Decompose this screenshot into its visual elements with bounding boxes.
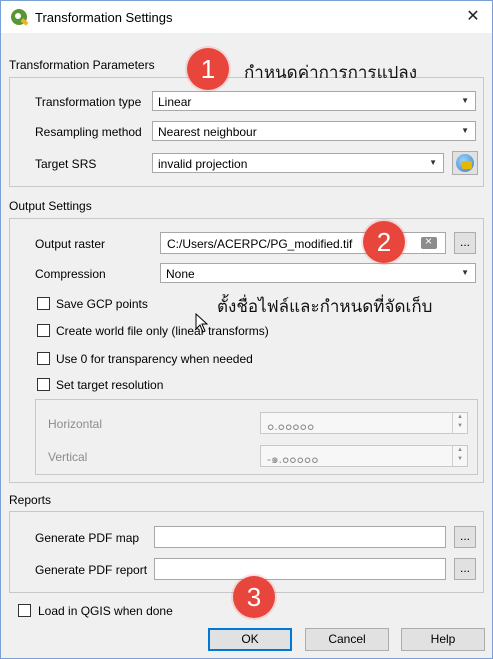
help-button[interactable]: Help (401, 628, 485, 651)
use-zero-transparency-checkbox[interactable] (37, 352, 50, 365)
load-in-qgis-label: Load in QGIS when done (38, 604, 173, 618)
set-target-resolution-label: Set target resolution (56, 378, 164, 392)
select-crs-button[interactable] (452, 151, 478, 175)
horizontal-spinbox[interactable]: ๐.๐๐๐๐๐ ▲ ▼ (260, 412, 468, 434)
transformation-parameters-title: Transformation Parameters (9, 58, 155, 72)
resampling-method-select[interactable]: Nearest neighbour ▼ (152, 121, 476, 141)
clear-icon[interactable] (421, 234, 437, 249)
vertical-value: -๑.๐๐๐๐๐ (267, 452, 319, 466)
generate-pdf-map-label: Generate PDF map (35, 531, 140, 545)
step-1-annotation: กำหนดค่าการการแปลง (244, 63, 418, 83)
vertical-label: Vertical (48, 450, 88, 464)
qgis-logo-tail (20, 18, 29, 26)
output-settings-group: Output raster C:/Users/ACERPC/PG_modifie… (9, 218, 484, 483)
generate-pdf-report-label: Generate PDF report (35, 563, 148, 577)
transformation-type-value: Linear (158, 95, 192, 109)
target-srs-value: invalid projection (158, 157, 248, 171)
output-raster-value: C:/Users/ACERPC/PG_modified.tif (167, 237, 353, 251)
window-title: Transformation Settings (35, 10, 173, 25)
vertical-spinbox[interactable]: -๑.๐๐๐๐๐ ▲ ▼ (260, 445, 468, 467)
compression-value: None (166, 267, 195, 281)
spin-arrows-icon: ▲ ▼ (452, 413, 467, 433)
save-gcp-points-label: Save GCP points (56, 297, 148, 311)
step-2-annotation: ตั้งชื่อไฟล์และกำหนดที่จัดเก็บ (217, 297, 433, 317)
target-srs-label: Target SRS (35, 157, 97, 171)
close-icon[interactable]: ✕ (462, 6, 484, 28)
chevron-down-icon: ▼ (461, 268, 469, 277)
crs-globe-icon (456, 154, 474, 172)
generate-pdf-report-input[interactable] (154, 558, 446, 580)
chevron-down-icon: ▼ (461, 126, 469, 135)
create-world-file-label: Create world file only (linear transform… (56, 324, 269, 338)
step-badge-2: 2 (363, 221, 405, 263)
mouse-cursor-icon (195, 313, 209, 333)
target-srs-select[interactable]: invalid projection ▼ (152, 153, 444, 173)
output-raster-label: Output raster (35, 237, 106, 251)
transformation-parameters-group: Transformation type Linear ▼ Resampling … (9, 77, 484, 187)
step-badge-3: 3 (233, 576, 275, 618)
transformation-type-select[interactable]: Linear ▼ (152, 91, 476, 111)
reports-title: Reports (9, 493, 52, 507)
resampling-method-value: Nearest neighbour (158, 125, 257, 139)
pdf-map-browse-button[interactable]: ... (454, 526, 476, 548)
ok-button[interactable]: OK (208, 628, 292, 651)
create-world-file-checkbox[interactable] (37, 324, 50, 337)
transformation-type-label: Transformation type (35, 95, 142, 109)
compression-select[interactable]: None ▼ (160, 263, 476, 283)
target-resolution-group: Horizontal ๐.๐๐๐๐๐ ▲ ▼ Vertical -๑.๐๐๐๐๐ … (35, 399, 478, 475)
save-gcp-points-checkbox[interactable] (37, 297, 50, 310)
cancel-button[interactable]: Cancel (305, 628, 389, 651)
pdf-report-browse-button[interactable]: ... (454, 558, 476, 580)
generate-pdf-map-input[interactable] (154, 526, 446, 548)
spin-arrows-icon: ▲ ▼ (452, 446, 467, 466)
horizontal-label: Horizontal (48, 417, 103, 431)
output-settings-title: Output Settings (9, 199, 92, 213)
load-in-qgis-checkbox[interactable] (18, 604, 31, 617)
resampling-method-label: Resampling method (35, 125, 142, 139)
horizontal-value: ๐.๐๐๐๐๐ (267, 419, 315, 433)
compression-label: Compression (35, 267, 106, 281)
step-badge-1: 1 (187, 48, 229, 90)
transformation-settings-dialog: Transformation Settings ✕ Transformation… (0, 0, 493, 659)
output-raster-browse-button[interactable]: ... (454, 232, 476, 254)
use-zero-transparency-label: Use 0 for transparency when needed (56, 352, 253, 366)
set-target-resolution-checkbox[interactable] (37, 378, 50, 391)
title-bar: Transformation Settings ✕ (1, 1, 492, 33)
chevron-down-icon: ▼ (429, 158, 437, 167)
chevron-down-icon: ▼ (461, 96, 469, 105)
